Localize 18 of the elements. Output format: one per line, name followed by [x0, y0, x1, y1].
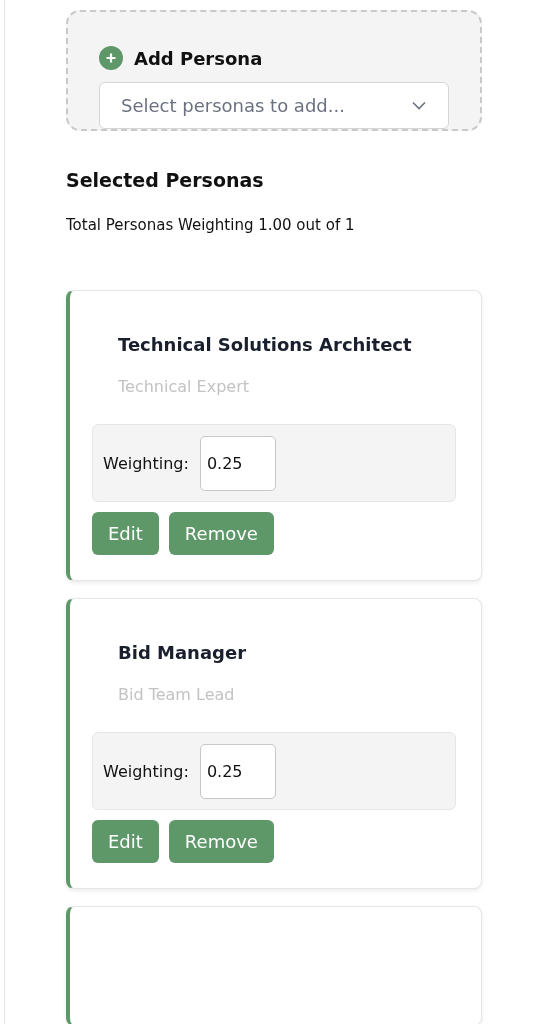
add-icon: [99, 46, 123, 70]
total-weighting-text: Total Personas Weighting 1.00 out of 1: [66, 216, 356, 234]
remove-button[interactable]: Remove: [168, 512, 274, 555]
persona-select[interactable]: Select personas to add...: [99, 82, 449, 129]
edit-button[interactable]: Edit: [92, 820, 159, 863]
weighting-input[interactable]: 0.25: [199, 743, 276, 799]
add-persona-title: Add Persona: [134, 47, 263, 69]
persona-role: Technical Expert: [118, 377, 250, 396]
persona-name: Technical Solutions Architect: [118, 334, 413, 355]
persona-role: Bid Team Lead: [118, 685, 236, 704]
section-heading: Selected Personas: [66, 169, 265, 191]
edit-button[interactable]: Edit: [92, 512, 159, 555]
weighting-label: Weighting:: [103, 453, 189, 473]
persona-name: Bid Manager: [118, 642, 248, 663]
remove-button[interactable]: Remove: [168, 820, 274, 863]
weighting-label: Weighting:: [103, 761, 189, 781]
chevron-down-icon: [412, 101, 426, 110]
weighting-input[interactable]: 0.25: [199, 435, 276, 491]
